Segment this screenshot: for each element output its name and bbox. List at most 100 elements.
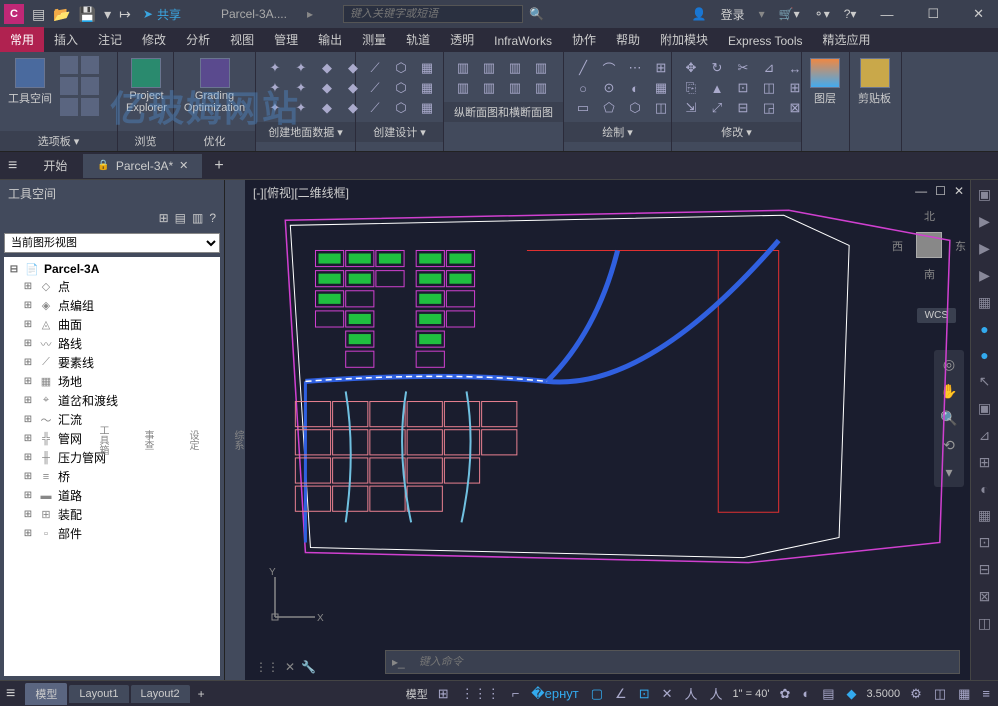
ribbon-tab[interactable]: 修改	[132, 27, 176, 52]
tree-node[interactable]: ⊞▬道路	[8, 486, 216, 505]
tree-node[interactable]: ⊞〰路线	[8, 334, 216, 353]
right-tool-icon[interactable]: ▶	[979, 213, 990, 230]
project-explorer-button[interactable]: Project Explorer	[122, 56, 171, 116]
grading-opt-button[interactable]: Grading Optimization	[178, 56, 251, 116]
design-tool-icon[interactable]: ⟋	[364, 60, 386, 76]
panel-icon[interactable]	[81, 56, 99, 74]
cmd-grip-icon[interactable]: ⋮⋮	[255, 660, 279, 674]
status-icon[interactable]: ⊡	[637, 686, 652, 702]
ribbon-tab[interactable]: 轨道	[396, 27, 440, 52]
new-icon[interactable]: ▤	[32, 6, 45, 23]
layout-tab-model[interactable]: 模型	[25, 683, 67, 705]
modelspace-button[interactable]: 模型	[406, 686, 428, 702]
close-tab-icon[interactable]: ✕	[179, 159, 188, 172]
profile-tool-icon[interactable]: ▥	[478, 60, 500, 76]
osnap-icon[interactable]: ▢	[589, 686, 605, 702]
profile-tool-icon[interactable]: ▥	[530, 80, 552, 96]
tree-node[interactable]: ⊞◬曲面	[8, 315, 216, 334]
tree-node[interactable]: ⊞╫压力管网	[8, 448, 216, 467]
ribbon-tab[interactable]: 视图	[220, 27, 264, 52]
right-tool-icon[interactable]: ▦	[978, 294, 991, 311]
login-button[interactable]: 登录	[721, 6, 745, 23]
profile-tool-icon[interactable]: ▥	[478, 80, 500, 96]
modify-tool-icon[interactable]: ◲	[758, 100, 780, 116]
ribbon-tab[interactable]: 附加模块	[650, 27, 718, 52]
tree-node[interactable]: ⊞⊞装配	[8, 505, 216, 524]
new-tab-icon[interactable]: +	[214, 157, 223, 175]
right-tool-icon[interactable]: ⊟	[979, 561, 991, 578]
profile-tool-icon[interactable]: ▥	[504, 80, 526, 96]
status-icon[interactable]: 人	[683, 684, 700, 703]
status-icon[interactable]: ✕	[660, 686, 675, 702]
close-button[interactable]: ✕	[963, 6, 994, 22]
status-icon[interactable]: ◆	[845, 686, 859, 702]
design-tool-icon[interactable]: ⬡	[390, 80, 412, 96]
layers-button[interactable]: 图层	[806, 56, 844, 108]
trim-icon[interactable]: ✂	[732, 60, 754, 76]
app-icon[interactable]: C	[4, 4, 24, 24]
command-line[interactable]: ▸_	[385, 650, 960, 674]
modify-tool-icon[interactable]: ⊟	[732, 100, 754, 116]
right-tool-icon[interactable]: ⊿	[979, 427, 991, 444]
search-box[interactable]	[343, 5, 523, 23]
draw-tool-icon[interactable]: ⊙	[598, 80, 620, 96]
design-tool-icon[interactable]: ⟋	[364, 100, 386, 116]
draw-tool-icon[interactable]: ▦	[650, 80, 672, 96]
right-tool-icon[interactable]: ◐	[980, 481, 988, 497]
minimize-button[interactable]: —	[870, 7, 903, 22]
modify-tool-icon[interactable]: ◫	[758, 80, 780, 96]
title-play-icon[interactable]: ▸	[307, 7, 313, 21]
status-menu-icon[interactable]: ≡	[6, 685, 15, 703]
ground-tool-icon[interactable]: ✦	[264, 80, 286, 96]
right-tool-icon[interactable]: ▦	[978, 507, 991, 524]
ribbon-tab[interactable]: 帮助	[606, 27, 650, 52]
cmd-close-icon[interactable]: ✕	[285, 660, 295, 674]
right-tool-icon[interactable]: ⊠	[979, 588, 991, 605]
status-menu-icon[interactable]: ≡	[980, 686, 992, 701]
ground-tool-icon[interactable]: ✦	[264, 60, 286, 76]
draw-rect-icon[interactable]: ▭	[572, 100, 594, 116]
right-tool-icon[interactable]: ●	[980, 321, 988, 337]
tree-node[interactable]: ⊞〜汇流	[8, 410, 216, 429]
ribbon-tab[interactable]: 注记	[88, 27, 132, 52]
ground-tool-icon[interactable]: ◆	[316, 80, 338, 96]
save-dropdown-icon[interactable]: ▾	[104, 6, 111, 23]
mirror-icon[interactable]: ▲	[706, 80, 728, 96]
right-tool-icon[interactable]: ▣	[978, 186, 991, 203]
right-tool-icon[interactable]: ⊞	[979, 454, 991, 471]
ground-tool-icon[interactable]: ◆	[316, 100, 338, 116]
ortho-icon[interactable]: ⌐	[510, 686, 522, 701]
tree-node[interactable]: ⊞▫部件	[8, 524, 216, 543]
move-icon[interactable]: ✥	[680, 60, 702, 76]
toolbar-icon[interactable]: ▤	[175, 211, 186, 225]
draw-tool-icon[interactable]: ⊞	[650, 60, 672, 76]
tree-node[interactable]: ⊞◇点	[8, 277, 216, 296]
snap-icon[interactable]: ⋮⋮⋮	[459, 686, 502, 702]
arrow-icon[interactable]: ↦	[119, 6, 131, 23]
profile-tool-icon[interactable]: ▥	[504, 60, 526, 76]
status-icon[interactable]: ▦	[956, 686, 972, 702]
design-tool-icon[interactable]: ▦	[416, 60, 438, 76]
design-tool-icon[interactable]: ▦	[416, 100, 438, 116]
ribbon-tab[interactable]: 插入	[44, 27, 88, 52]
grid-icon[interactable]: ⊞	[436, 686, 451, 702]
panel-icon[interactable]	[60, 56, 78, 74]
ground-tool-icon[interactable]: ◆	[316, 60, 338, 76]
design-tool-icon[interactable]: ⬡	[390, 60, 412, 76]
doc-tabs-menu-icon[interactable]: ≡	[8, 157, 17, 175]
panel-icon[interactable]	[60, 77, 78, 95]
modify-tool-icon[interactable]: ⊡	[732, 80, 754, 96]
status-icon[interactable]: ⚙	[908, 686, 924, 702]
panel-label-modify[interactable]: 修改 ▾	[672, 122, 801, 142]
stretch-icon[interactable]: ⇲	[680, 100, 702, 116]
profile-tool-icon[interactable]: ▥	[452, 60, 474, 76]
ribbon-tab[interactable]: Express Tools	[718, 30, 812, 52]
open-icon[interactable]: 📂	[53, 6, 70, 23]
ribbon-tab[interactable]: 透明	[440, 27, 484, 52]
status-icon[interactable]: ∠	[613, 686, 629, 702]
side-tab[interactable]: 事查	[140, 430, 155, 450]
modify-tool-icon[interactable]: ⊿	[758, 60, 780, 76]
panel-label-ground[interactable]: 创建地面数据 ▾	[256, 122, 355, 142]
layout-tab-2[interactable]: Layout2	[131, 685, 190, 703]
side-tab[interactable]: 工具箱	[95, 425, 110, 455]
